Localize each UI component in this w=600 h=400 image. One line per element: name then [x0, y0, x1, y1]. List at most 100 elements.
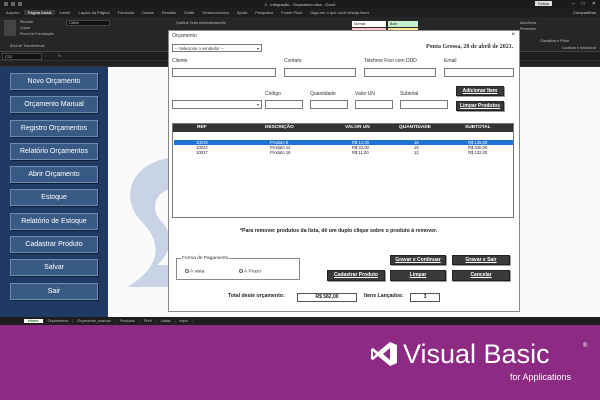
name-box[interactable]: C12 — [2, 53, 42, 60]
share-button[interactable]: Compartilhar — [573, 10, 596, 15]
sort-filter-button[interactable]: Classificar e Filtrar — [540, 39, 569, 43]
tab-search[interactable]: Pesquisar — [251, 10, 277, 15]
banner-subtitle: for Applications — [510, 372, 572, 382]
paste-icon[interactable] — [4, 20, 16, 36]
tab-home[interactable]: Página Inicial — [23, 10, 56, 15]
payment-option-aprazo[interactable]: À Prazo — [239, 269, 261, 274]
sheet-tab-print[interactable]: Print — [140, 319, 157, 323]
navigation-menu: Novo Orçamento Orçamento Manual Registro… — [10, 73, 100, 306]
valor-un-input[interactable] — [355, 100, 393, 109]
close-icon[interactable]: × — [511, 32, 515, 38]
quantidade-input[interactable] — [310, 100, 348, 109]
sheet-tab-expo[interactable]: expo — [176, 319, 193, 323]
items-value: 3 — [410, 293, 440, 302]
total-value: R$ 582,00 — [297, 293, 357, 302]
format-painter-button[interactable]: Pincel de Formatação — [20, 32, 54, 36]
sheet-tab-home[interactable]: Home — [24, 319, 44, 323]
window-controls: – □ ✕ — [572, 1, 596, 7]
product-select[interactable]: ▾ — [172, 100, 262, 109]
radio-icon — [185, 269, 189, 273]
tell-me-search[interactable]: Diga-me o que você deseja fazer — [306, 10, 373, 15]
window-title: 2 - Integração - Orçamento.xlsm - Excel — [264, 1, 336, 7]
ribbon-tabs: Arquivo Página Inicial Inserir Layout da… — [0, 8, 600, 17]
tab-data[interactable]: Dados — [138, 10, 158, 15]
items-label: Itens Lançados: — [364, 293, 404, 299]
cancel-button[interactable]: Cancelar — [452, 270, 510, 281]
register-product-label: Cadastrar Produto — [334, 272, 378, 278]
style-good[interactable]: Bom — [388, 21, 418, 27]
nav-cadastrar-produto[interactable]: Cadastrar Produto — [10, 236, 98, 254]
tab-power-pivot[interactable]: Power Pivot — [277, 10, 306, 15]
nav-salvar[interactable]: Salvar — [10, 259, 98, 277]
nav-estoque[interactable]: Estoque — [10, 189, 98, 207]
cliente-label: Cliente — [172, 58, 188, 64]
clear-products-label: Limpar Produtos — [459, 103, 500, 109]
fill-button[interactable]: Preencher — [520, 27, 536, 31]
font-select[interactable]: Calibri — [66, 20, 110, 26]
font-name: Calibri — [69, 21, 79, 25]
nav-novo-orcamento[interactable]: Novo Orçamento — [10, 73, 98, 90]
clipboard-group-label: Área de Transferência — [10, 44, 45, 48]
maximize-icon[interactable]: □ — [582, 1, 585, 7]
find-select-button[interactable]: Localizar e Selecionar — [562, 46, 596, 50]
sheet-tab-orcamentos[interactable]: Orçamentos — [44, 319, 74, 323]
clear-button[interactable]: Limpar — [390, 270, 446, 281]
row-quantidade: 12 — [414, 150, 419, 155]
save-continue-button[interactable]: Gravar e Continuar — [390, 255, 446, 265]
list-row[interactable]: 10027 Produto 16 R$ 11,00 12 R$ 132,00 — [174, 150, 513, 155]
clear-products-button[interactable]: Limpar Produtos — [456, 101, 504, 111]
codigo-input[interactable] — [265, 100, 303, 109]
radio-icon — [239, 269, 243, 273]
valor-un-label: Valor UN — [355, 91, 375, 97]
nav-registro-orcamentos[interactable]: Registro Orçamentos — [10, 119, 98, 137]
total-label: Total deste orçamento: — [228, 293, 285, 299]
sheet-tab-orcamento-manual[interactable]: Orçamento_manual — [73, 319, 116, 323]
row-subtotal: R$ 132,00 — [468, 150, 488, 155]
nav-orcamento-manual[interactable]: Orçamento Manual — [10, 96, 98, 114]
clear-label: Limpar — [409, 272, 427, 278]
payment-option-avista[interactable]: À vista — [185, 269, 204, 274]
sheet-tab-produtos[interactable]: Produtos — [116, 319, 140, 323]
contato-input[interactable] — [284, 68, 356, 77]
tab-developer[interactable]: Desenvolvedor — [198, 10, 233, 15]
email-input[interactable] — [444, 68, 514, 77]
add-item-button[interactable]: Adicionar Item — [456, 86, 504, 96]
nav-abrir-orcamento[interactable]: Abrir Orçamento — [10, 166, 98, 184]
style-normal[interactable]: Normal — [352, 21, 386, 27]
tab-review[interactable]: Revisão — [158, 10, 180, 15]
fx-icon[interactable]: fx — [58, 53, 61, 58]
register-product-button[interactable]: Cadastrar Produto — [327, 270, 385, 281]
tab-insert[interactable]: Inserir — [55, 10, 74, 15]
nav-relatorio-orcamentos[interactable]: Relatório Orçamentos — [10, 142, 98, 160]
date-line: Ponta Grossa, 28 de abril de 2021. — [426, 44, 514, 50]
tab-formulas[interactable]: Fórmulas — [114, 10, 139, 15]
sheet-tab-listas[interactable]: Listas — [157, 319, 176, 323]
seller-select[interactable]: -- Selecione o vendedor -- ▾ — [172, 44, 262, 52]
codigo-label: Código — [265, 91, 281, 97]
copy-button[interactable]: Copiar — [20, 26, 30, 30]
minimize-icon[interactable]: – — [572, 1, 575, 7]
tab-file[interactable]: Arquivo — [2, 10, 24, 15]
remove-hint: *Para remover produtos da lista, dê um d… — [240, 228, 438, 234]
nav-relatorio-estoque[interactable]: Relatório de Estoque — [10, 212, 98, 230]
cancel-label: Cancelar — [470, 272, 492, 278]
tab-help[interactable]: Ajuda — [233, 10, 251, 15]
payment-option-avista-label: À vista — [190, 269, 205, 275]
login-button[interactable]: Entrar — [535, 1, 552, 6]
header-quantidade: QUANTIDADE — [399, 125, 431, 130]
list-header: REF DESCRIÇÃO VALOR UN QUANTIDADE SUBTOT… — [173, 124, 513, 132]
tab-page-layout[interactable]: Layout da Página — [74, 10, 113, 15]
cut-button[interactable]: Recortar — [20, 20, 33, 24]
close-icon[interactable]: ✕ — [592, 1, 596, 7]
telefone-label: Telefone Fixo com DDD — [364, 58, 417, 64]
telefone-input[interactable] — [364, 68, 436, 77]
nav-sair[interactable]: Sair — [10, 282, 98, 300]
cliente-input[interactable] — [172, 68, 276, 77]
subtotal-input[interactable] — [400, 100, 448, 109]
product-list[interactable]: REF DESCRIÇÃO VALOR UN QUANTIDADE SUBTOT… — [172, 123, 514, 218]
save-exit-button[interactable]: Gravar e Sair — [452, 255, 510, 265]
wrap-text-button[interactable]: Quebrar Texto Automaticamente — [176, 21, 226, 25]
header-descricao: DESCRIÇÃO — [265, 125, 294, 130]
autosum-button[interactable]: AutoSoma — [520, 21, 536, 25]
tab-view[interactable]: Exibir — [180, 10, 198, 15]
